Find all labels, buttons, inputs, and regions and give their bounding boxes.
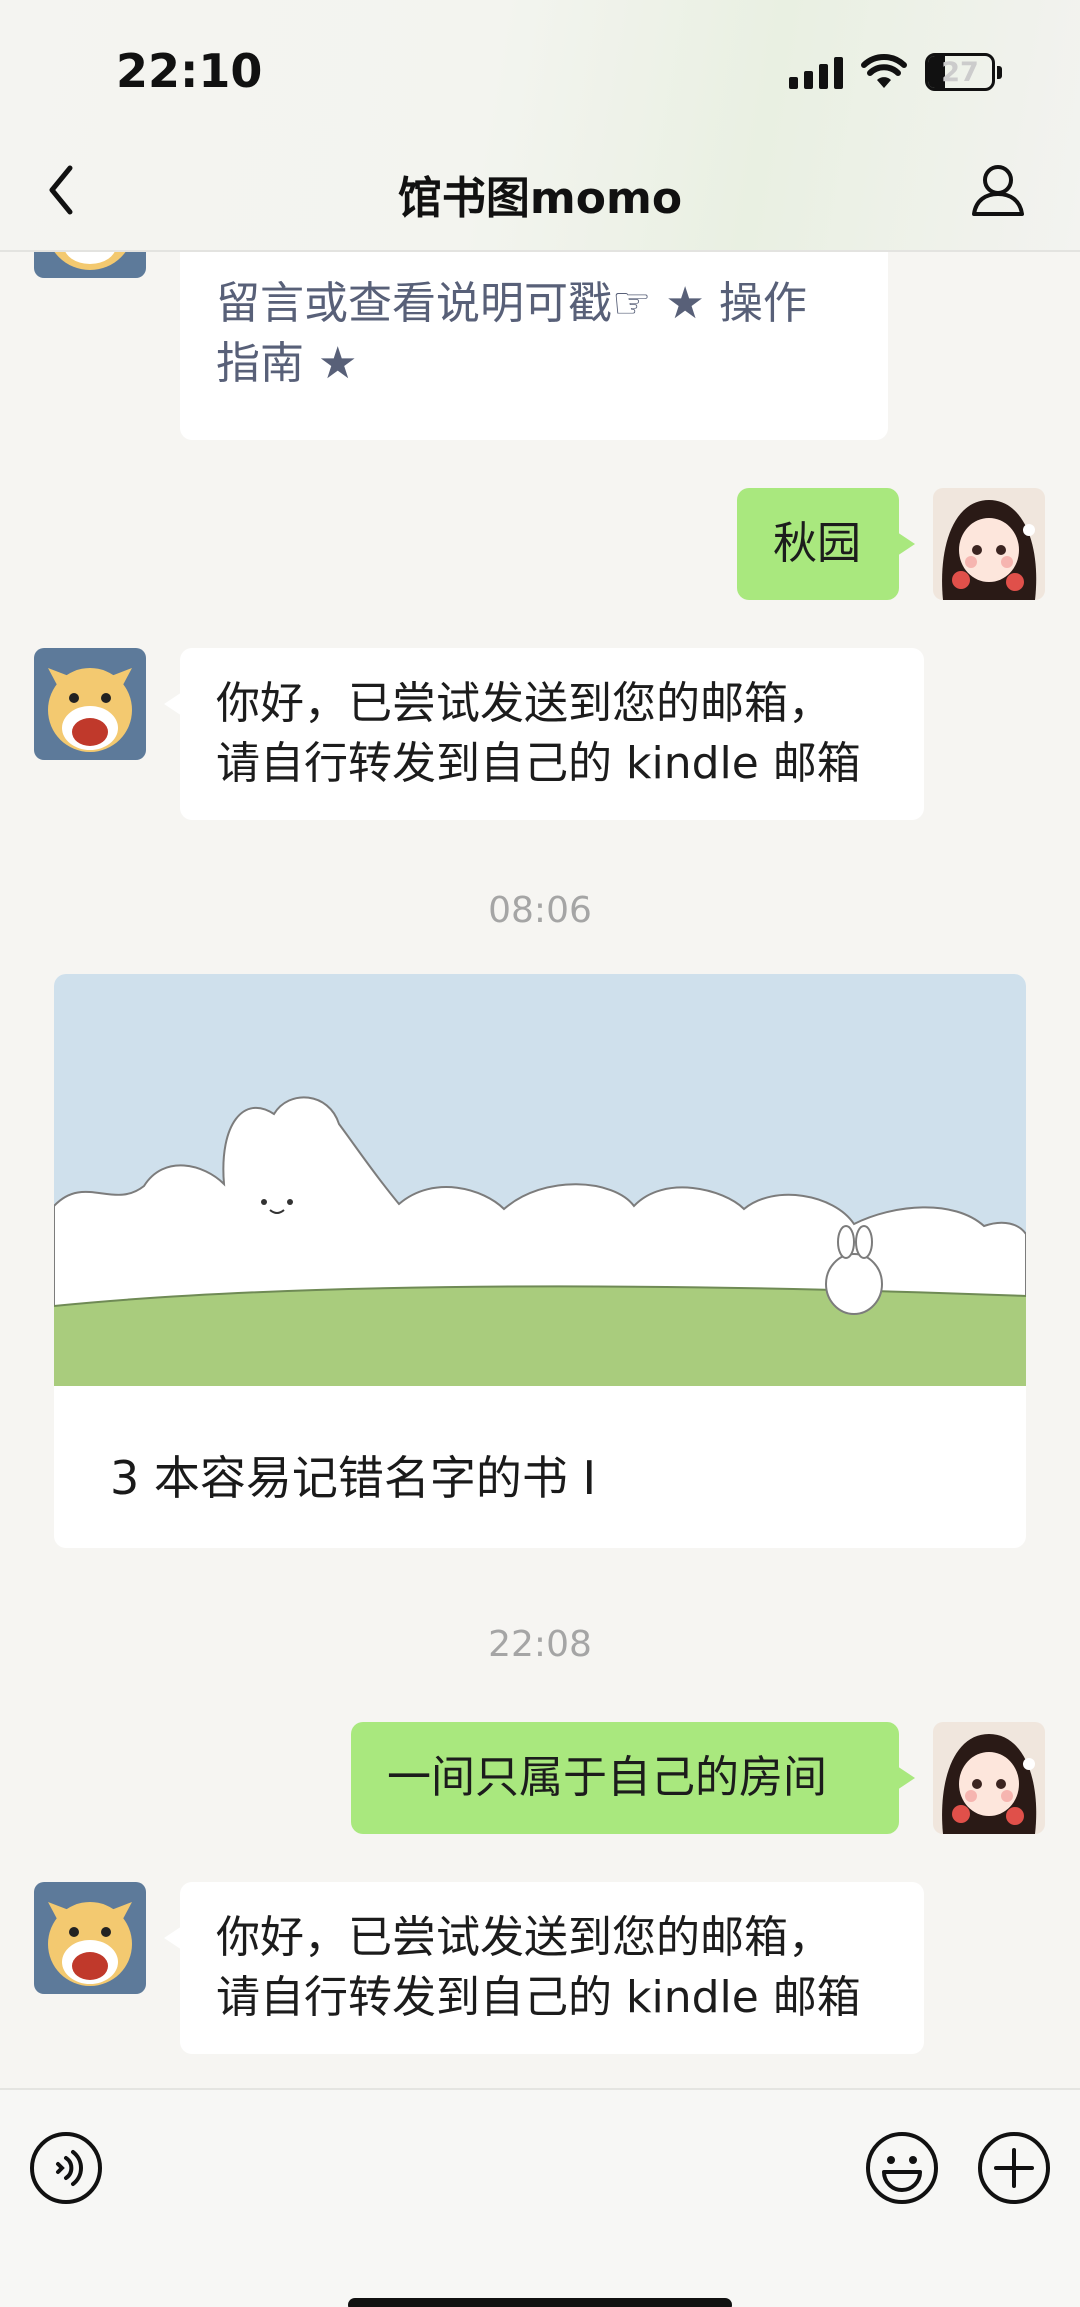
article-cover-image: [54, 974, 1026, 1386]
top-bar: 22:10 27 馆书图momo: [0, 0, 1080, 252]
user-message[interactable]: 一间只属于自己的房间: [351, 1722, 915, 1834]
wifi-icon: [861, 54, 907, 88]
message-text-line: 请自行转发到自己的 kindle 邮箱: [216, 1972, 861, 2023]
user-profile-icon[interactable]: [968, 160, 1028, 220]
signal-icon: [789, 55, 843, 89]
plus-icon[interactable]: [976, 2130, 1052, 2206]
message-text-line: 指南 ★: [216, 338, 358, 389]
home-indicator[interactable]: [348, 2298, 732, 2307]
bot-message[interactable]: 你好，已尝试发送到您的邮箱， 请自行转发到自己的 kindle 邮箱: [164, 1882, 924, 2054]
status-icons: 27: [789, 52, 1002, 92]
emoji-icon[interactable]: [864, 2130, 940, 2206]
user-avatar[interactable]: [933, 488, 1045, 600]
message-text: 一间只属于自己的房间: [387, 1752, 827, 1803]
input-bar: [0, 2088, 1080, 2307]
bot-message-instructions[interactable]: 留言或查看说明可戳☞ ★ 操作 指南 ★: [180, 252, 888, 440]
bot-message[interactable]: 你好，已尝试发送到您的邮箱， 请自行转发到自己的 kindle 邮箱: [164, 648, 924, 820]
battery-level: 27: [941, 56, 979, 88]
user-avatar[interactable]: [933, 1722, 1045, 1834]
bot-avatar[interactable]: [34, 648, 146, 760]
message-list[interactable]: 留言或查看说明可戳☞ ★ 操作 指南 ★ 秋园 你好，已尝试发送到您的邮箱， 请…: [0, 252, 1080, 2088]
message-text-line: 你好，已尝试发送到您的邮箱，: [216, 1912, 832, 1963]
timestamp: 08:06: [488, 890, 592, 931]
chat-screen: 22:10 27 馆书图momo 留言或查看说明可戳☞ ★ 操作 指南 ★ 秋园…: [0, 0, 1080, 2307]
timestamp: 22:08: [488, 1624, 592, 1665]
bot-avatar[interactable]: [34, 1882, 146, 1994]
chat-title: 馆书图momo: [397, 173, 683, 224]
status-time: 22:10: [116, 44, 263, 98]
user-message[interactable]: 秋园: [737, 488, 915, 600]
article-card[interactable]: 3 本容易记错名字的书 I: [54, 974, 1026, 1548]
bot-avatar[interactable]: [34, 252, 146, 278]
message-text: 秋园: [773, 518, 861, 569]
voice-icon[interactable]: [28, 2130, 104, 2206]
message-text-line: 你好，已尝试发送到您的邮箱，: [216, 678, 832, 729]
battery-icon: 27: [925, 53, 995, 91]
message-text-line: 留言或查看说明可戳☞ ★ 操作: [216, 278, 807, 329]
message-text-line: 请自行转发到自己的 kindle 邮箱: [216, 738, 861, 789]
article-title: 3 本容易记错名字的书 I: [110, 1451, 597, 1505]
battery-tip: [997, 65, 1002, 79]
